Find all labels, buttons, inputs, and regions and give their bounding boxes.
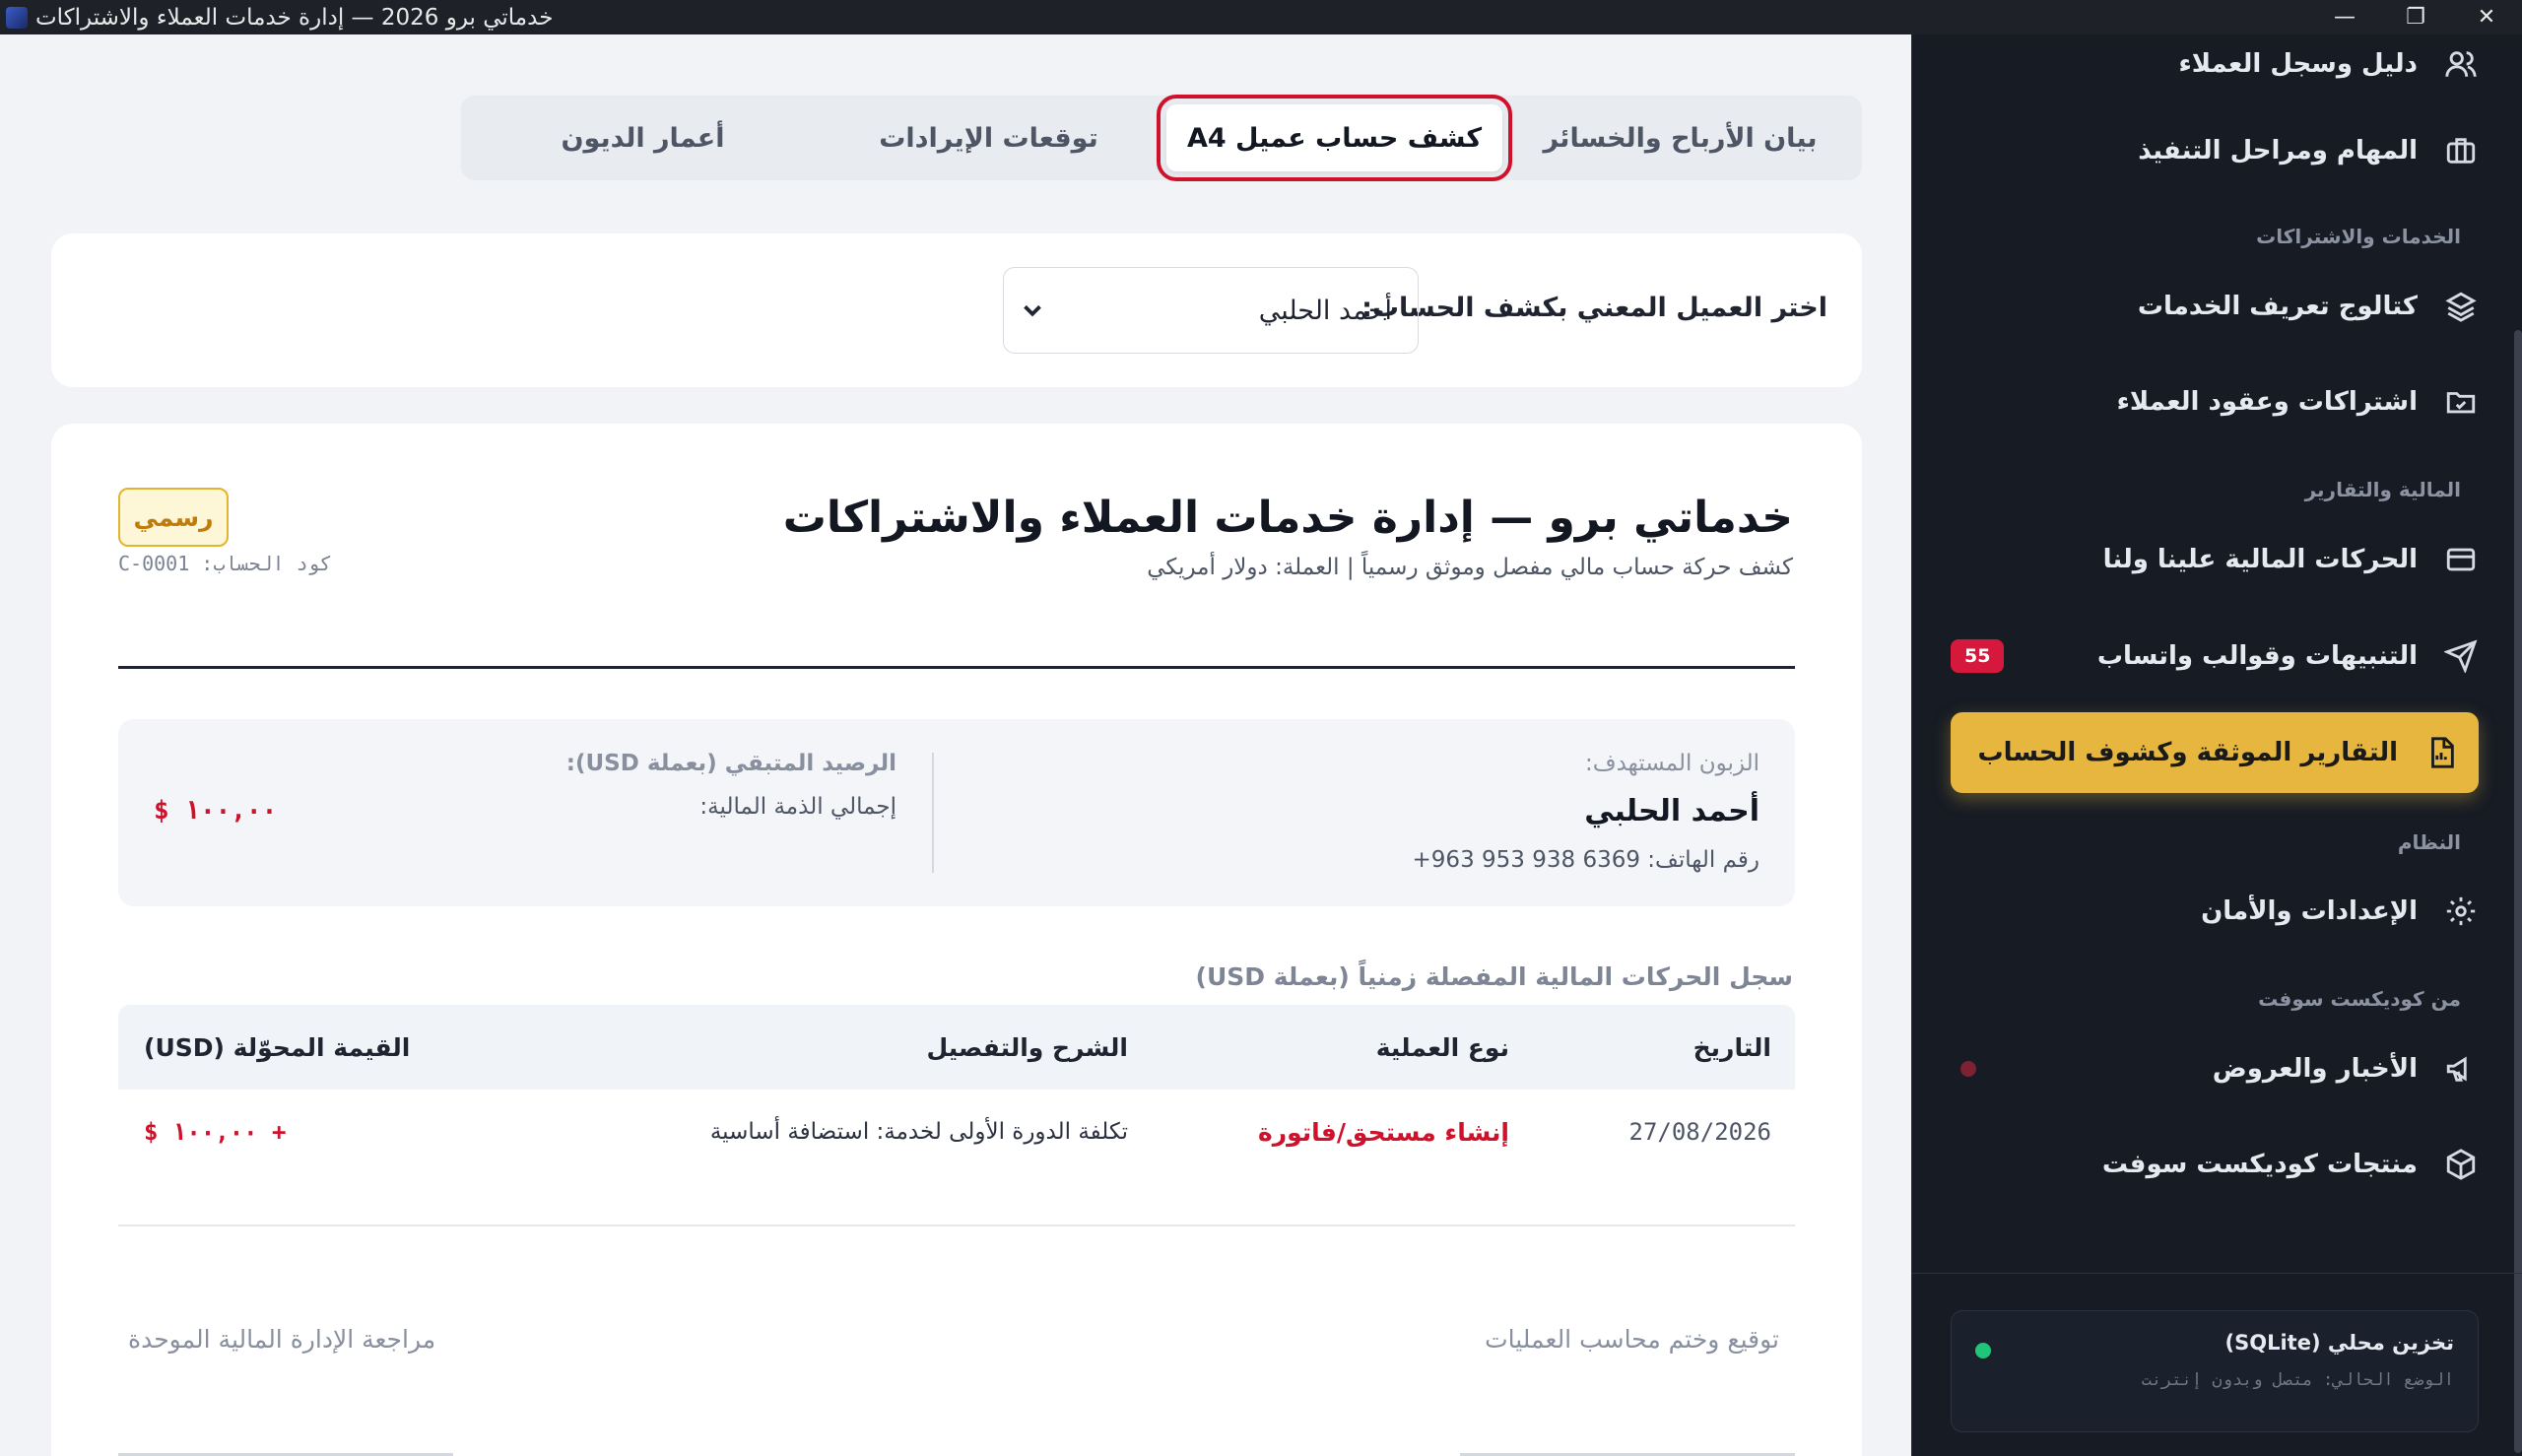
signature-finance-review: مراجعة الإدارة المالية الموحدة [128,1325,436,1354]
sidebar-divider [1911,1273,2522,1274]
sidebar-item-label: اشتراكات وعقود العملاء [2116,387,2418,417]
report-tabs: بيان الأرباح والخسائر كشف حساب عميل A4 ت… [461,95,1862,181]
sidebar: دليل وسجل العملاء المهام ومراحل التنفيذ … [1911,34,2522,1456]
sidebar-item-label: دليل وسجل العملاء [2178,49,2418,79]
summary-divider [932,753,934,873]
col-amount: القيمة المحوّلة (USD) [144,1032,411,1062]
sidebar-item-transactions[interactable]: الحركات المالية علينا ولنا [1951,530,2479,589]
window-title: خدماتي برو 2026 — إدارة خدمات العملاء وا… [35,4,554,31]
customer-select-value: أحمد الحلبي [1258,295,1392,326]
row-date: 27/08/2026 [1628,1118,1772,1146]
storage-status: الوضع الحالي: متصل وبدون إنترنت [2141,1370,2454,1390]
sidebar-item-label: الحركات المالية علينا ولنا [2102,545,2418,574]
window-controls: — ❐ ✕ [2309,0,2522,34]
box-icon [2443,1147,2479,1182]
statement-title: خدماتي برو — إدارة خدمات العملاء والاشتر… [782,493,1793,543]
sidebar-item-label: المهام ومراحل التنفيذ [2138,136,2418,165]
customer-select[interactable]: أحمد الحلبي [1003,267,1419,354]
app-logo-icon [6,6,28,29]
layers-icon [2443,289,2479,324]
main-content: بيان الأرباح والخسائر كشف حساب عميل A4 ت… [0,34,1911,1456]
users-icon [2443,46,2479,82]
tab-debt-aging[interactable]: أعمار الديون [475,104,811,171]
sidebar-item-label: الإعدادات والأمان [2201,896,2418,926]
section-label-system: النظام [2397,830,2461,854]
sidebar-scrollbar[interactable] [2514,330,2522,1453]
credit-card-icon [2443,542,2479,577]
tab-revenue-forecast[interactable]: توقعات الإيرادات [821,104,1157,171]
storage-status-card: تخزين محلي (SQLite) الوضع الحالي: متصل و… [1951,1310,2479,1432]
sidebar-item-products[interactable]: منتجات كوديكست سوفت [1951,1135,2479,1194]
sidebar-item-notifications[interactable]: التنبيهات وقوالب واتساب 55 [1951,627,2479,686]
sidebar-item-settings[interactable]: الإعدادات والأمان [1951,882,2479,941]
storage-title: تخزين محلي (SQLite) [2224,1331,2455,1355]
sidebar-item-label: التنبيهات وقوالب واتساب [2096,641,2418,671]
sidebar-item-label: التقارير الموثقة وكشوف الحساب [1977,738,2398,767]
official-badge: رسمي [118,488,229,547]
chevron-down-icon [1018,296,1047,325]
briefcase-icon [2443,133,2479,168]
col-description: الشرح والتفصيل [926,1032,1128,1062]
table-header: التاريخ نوع العملية الشرح والتفصيل القيم… [118,1005,1795,1090]
table-divider [118,1224,1795,1226]
row-type: إنشاء مستحق/فاتورة [1257,1117,1509,1147]
customer-name: أحمد الحلبي [1584,794,1759,828]
report-file-icon [2423,735,2459,770]
sidebar-item-label: منتجات كوديكست سوفت [2101,1150,2418,1179]
customer-selector-label: اختر العميل المعني بكشف الحساب: [1361,293,1827,323]
maximize-button[interactable]: ❐ [2380,0,2451,34]
col-date: التاريخ [1692,1032,1771,1062]
customer-summary: الزبون المستهدف: أحمد الحلبي رقم الهاتف:… [118,719,1795,906]
section-label-codixt: من كوديكست سوفت [2258,987,2461,1011]
signature-accountant: توقيع وختم محاسب العمليات [1485,1325,1779,1354]
sidebar-item-news[interactable]: الأخبار والعروض [1951,1039,2479,1098]
statement-document: خدماتي برو — إدارة خدمات العملاء والاشتر… [51,424,1862,1456]
customer-selector-card: اختر العميل المعني بكشف الحساب: أحمد الح… [51,233,1862,387]
row-description: تكلفة الدورة الأولى لخدمة: استضافة أساسي… [709,1119,1128,1145]
transactions-heading: سجل الحركات المالية المفصلة زمنياً (بعمل… [1195,962,1794,991]
section-label-finance: المالية والتقارير [2304,478,2461,501]
sidebar-item-label: الأخبار والعروض [2212,1054,2418,1084]
close-button[interactable]: ✕ [2451,0,2522,34]
notification-count-badge: 55 [1951,639,2005,673]
col-type: نوع العملية [1375,1032,1509,1062]
minimize-button[interactable]: — [2309,0,2380,34]
sidebar-item-customers[interactable]: دليل وسجل العملاء [1951,34,2479,94]
sidebar-item-service-catalog[interactable]: كتالوج تعريف الخدمات [1951,277,2479,336]
balance-amount: $ ١٠٠,٠٠ [154,796,278,826]
tab-customer-statement[interactable]: كشف حساب عميل A4 [1157,95,1512,181]
balance-label: الرصيد المتبقي (بعملة USD): [565,751,896,776]
statement-subtitle: كشف حركة حساب مالي مفصل وموثق رسمياً | ا… [1147,555,1793,580]
transactions-table: التاريخ نوع العملية الشرح والتفصيل القيم… [118,1005,1795,1174]
section-label-services: الخدمات والاشتراكات [2256,225,2461,248]
tab-profit-loss[interactable]: بيان الأرباح والخسائر [1512,104,1848,171]
customer-phone: رقم الهاتف: 6369 938 953 963+ [1412,847,1759,873]
megaphone-icon [2443,1051,2479,1087]
account-code: كود الحساب: C-0001 [118,552,332,575]
gear-icon [2443,893,2479,929]
row-amount: + ١٠٠,٠٠ $ [144,1118,287,1146]
sidebar-item-label: كتالوج تعريف الخدمات [2137,292,2418,321]
table-row: 27/08/2026 إنشاء مستحق/فاتورة تكلفة الدو… [118,1090,1795,1174]
online-status-dot [1975,1343,1991,1358]
sidebar-item-reports[interactable]: التقارير الموثقة وكشوف الحساب [1951,712,2479,793]
header-divider [118,666,1795,669]
news-indicator-dot [1960,1061,1976,1077]
window-titlebar: خدماتي برو 2026 — إدارة خدمات العملاء وا… [0,0,2522,34]
send-icon [2443,638,2479,674]
sidebar-item-tasks[interactable]: المهام ومراحل التنفيذ [1951,121,2479,180]
total-label: إجمالي الذمة المالية: [699,794,896,820]
folder-check-icon [2443,384,2479,420]
sidebar-item-subscriptions[interactable]: اشتراكات وعقود العملاء [1951,372,2479,431]
customer-label: الزبون المستهدف: [1585,751,1759,776]
